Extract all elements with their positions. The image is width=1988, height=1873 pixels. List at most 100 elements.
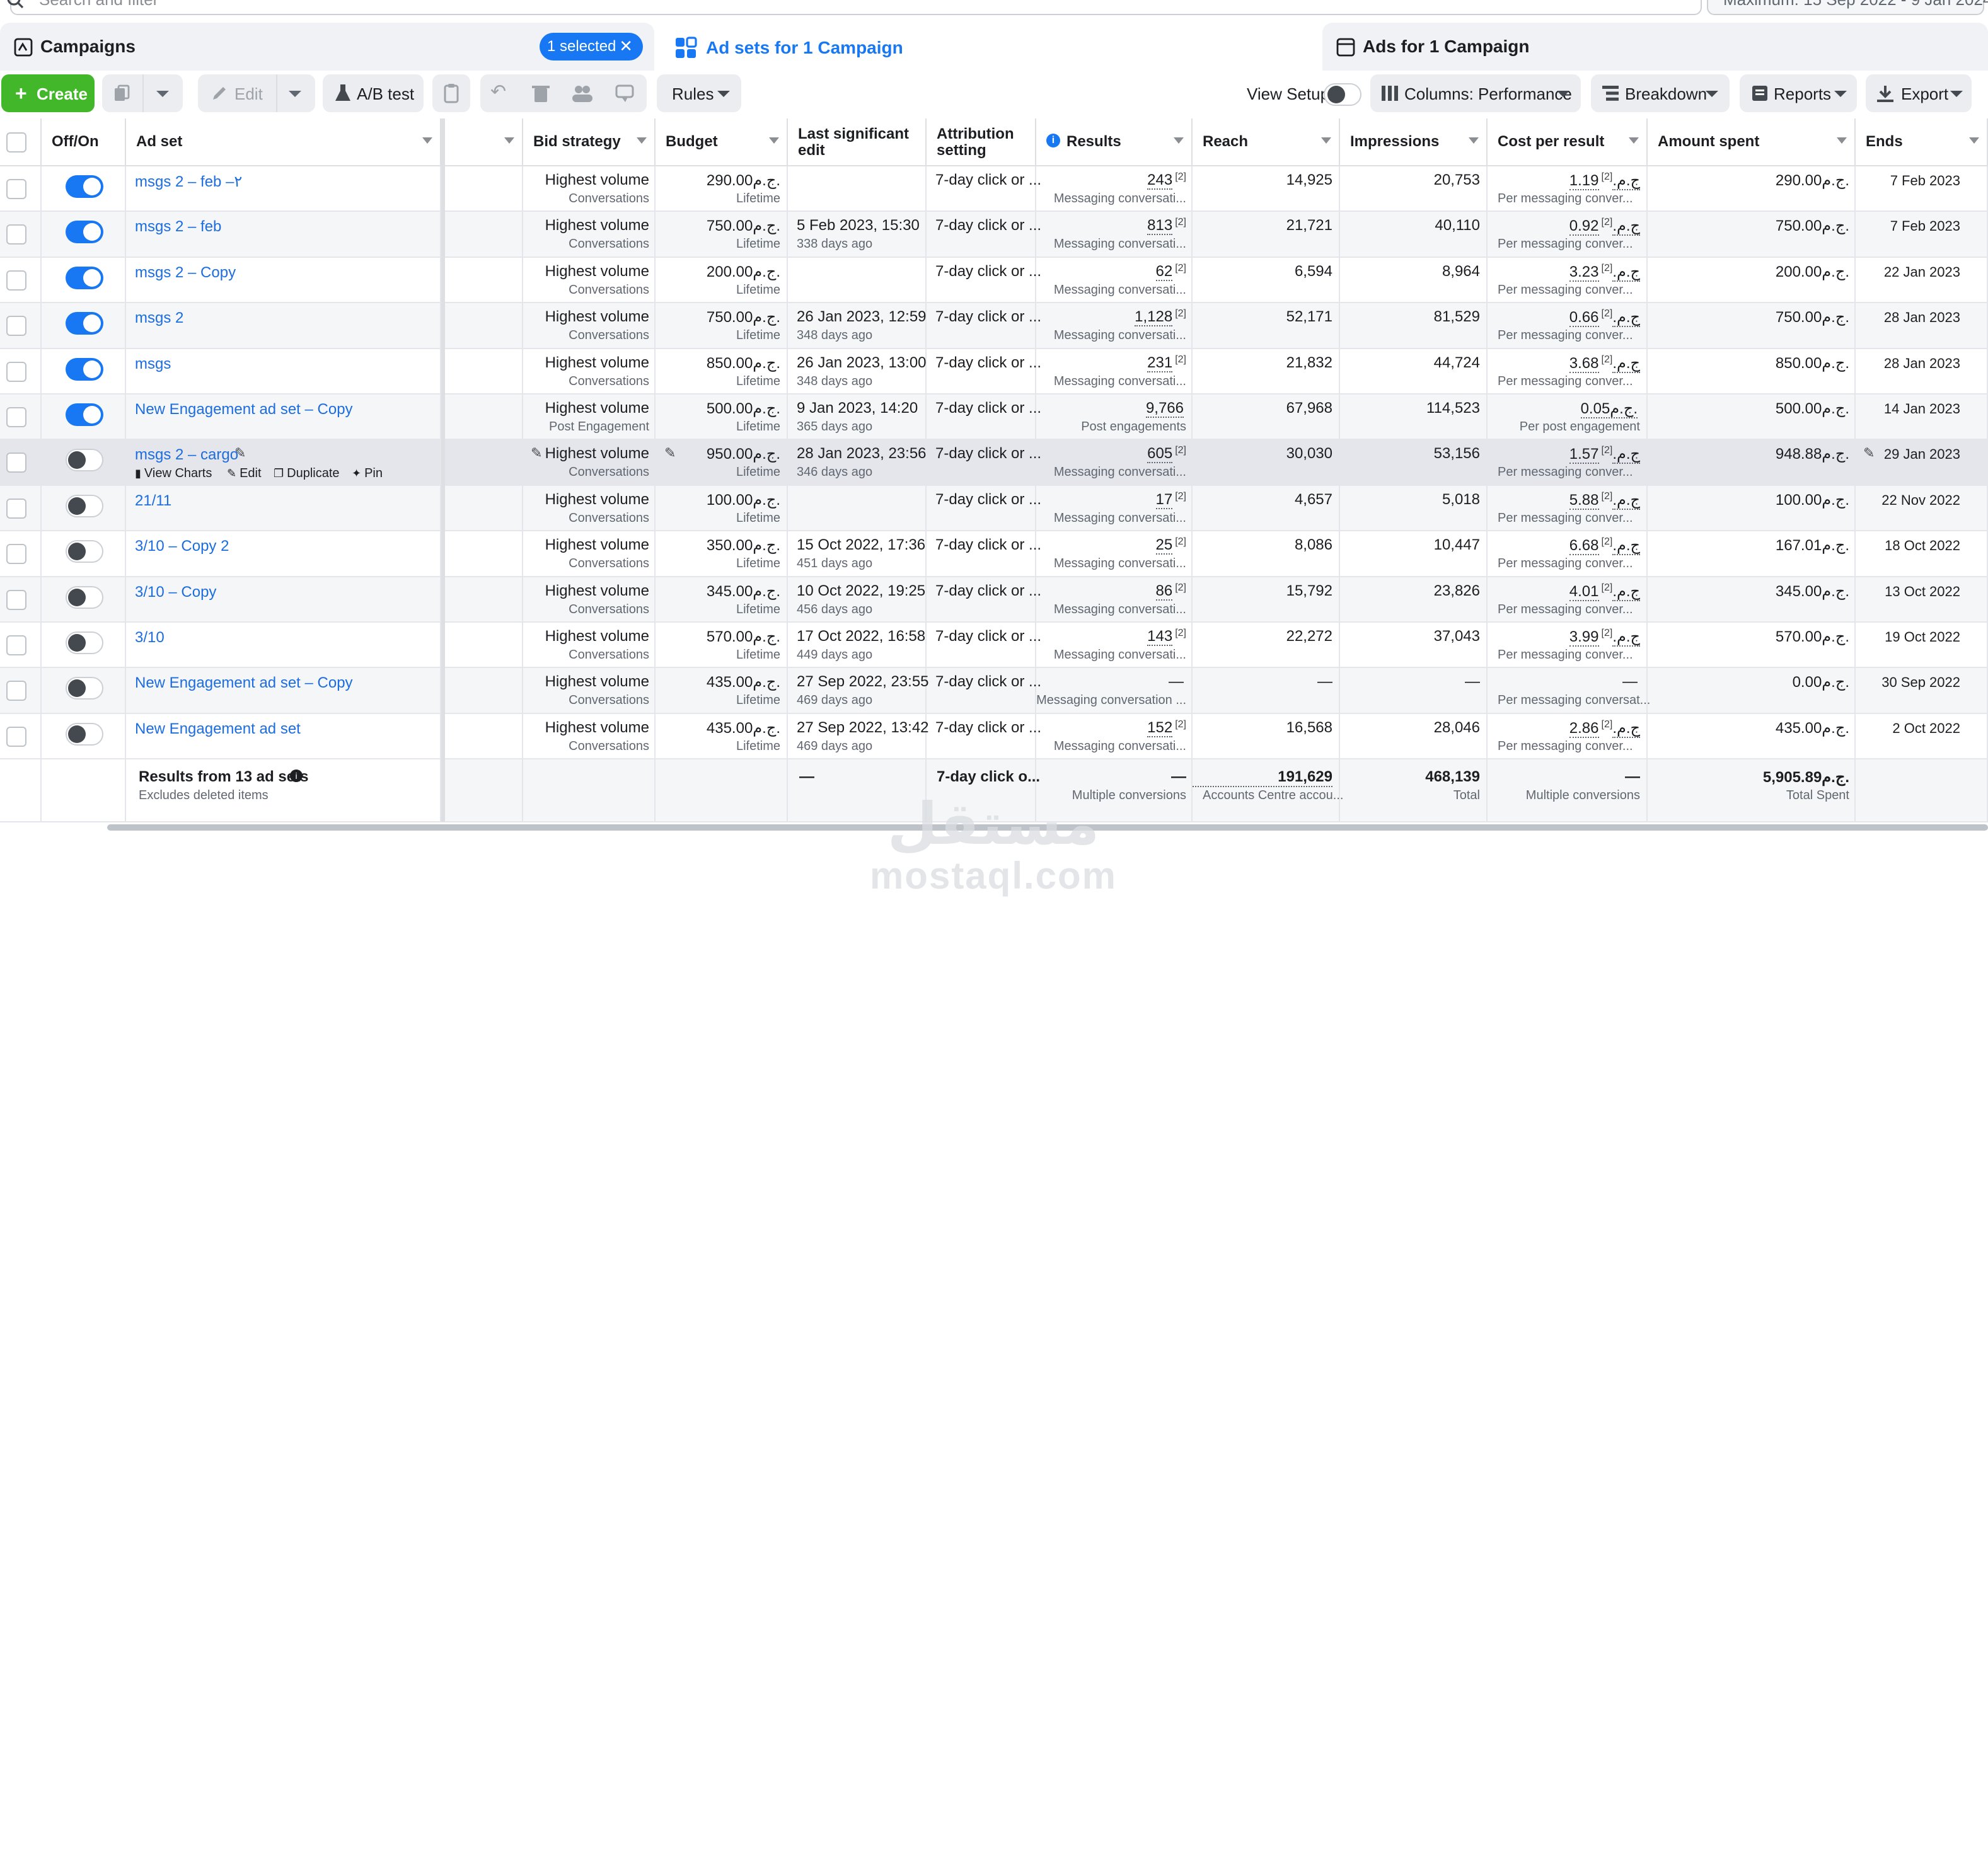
view-setup-toggle[interactable] [1324,83,1361,106]
status-toggle[interactable] [66,357,103,381]
header-hidden[interactable] [445,118,523,166]
sort-icon[interactable] [1174,137,1184,144]
clipboard-button[interactable] [432,74,470,112]
table-row[interactable]: msgs 2 – feb –٢ Highest volume Conversatio… [0,166,1988,212]
rules-button[interactable]: Rules [657,74,741,112]
status-toggle[interactable] [66,540,103,563]
tag-icon[interactable] [615,83,635,103]
pin-link[interactable]: ✦ Pin [352,466,383,481]
header-budget[interactable]: Budget [656,118,788,166]
status-toggle[interactable] [66,175,103,198]
header-spent[interactable]: Amount spent [1648,118,1856,166]
export-button[interactable]: Export [1866,74,1972,112]
header-results[interactable]: i Results [1036,118,1193,166]
view-charts-link[interactable]: ▮ View Charts [135,466,212,481]
status-toggle[interactable] [66,631,103,654]
rename-pencil-icon[interactable]: ✎ [234,445,246,461]
table-row[interactable]: New Engagement ad set – Copy Highest volu… [0,395,1988,441]
table-row[interactable]: 3/10 Highest volume Conversations 570.00ج.م… [0,623,1988,669]
header-lastedit[interactable]: Last significant edit [788,118,927,166]
header-offon[interactable]: Off/On [42,118,126,166]
selected-badge[interactable]: 1 selected ✕ [540,33,643,61]
columns-button[interactable]: Columns: Performance [1370,74,1581,112]
status-toggle[interactable] [66,494,103,517]
row-checkbox[interactable] [6,544,26,565]
sort-icon[interactable] [1629,137,1639,144]
status-toggle[interactable] [66,403,103,426]
results-number[interactable]: 9,766 [1145,400,1184,418]
table-row[interactable]: New Engagement ad set Highest volume Conve… [0,713,1988,760]
table-row[interactable]: msgs 2 – Copy Highest volume Conversations… [0,257,1988,304]
ad-set-name-link[interactable]: msgs 2 – feb –٢ [135,173,242,191]
results-number[interactable]: 152 [1147,718,1173,737]
sort-icon[interactable] [637,137,647,144]
row-checkbox[interactable] [6,498,26,519]
status-toggle[interactable] [66,312,103,335]
status-toggle[interactable] [66,722,103,746]
sort-icon[interactable] [1837,137,1847,144]
header-attribution[interactable]: Attribution setting [927,118,1036,166]
table-row[interactable]: 21/11 Highest volume Conversations 100.00ج.… [0,485,1988,532]
results-number[interactable]: 17 [1155,490,1173,509]
sort-icon[interactable] [422,137,432,144]
row-checkbox[interactable] [6,407,26,427]
ad-set-name-link[interactable]: msgs 2 – Copy [135,264,236,282]
sort-icon[interactable] [1969,137,1979,144]
duplicate-button[interactable] [102,74,183,112]
row-checkbox[interactable] [6,589,26,610]
results-number[interactable]: 1,128 [1135,308,1173,327]
ad-set-name-link[interactable]: msgs 2 – cargo [135,446,238,464]
header-cpr[interactable]: Cost per result [1488,118,1648,166]
edit-button[interactable]: Edit [198,74,315,112]
create-button[interactable]: + Create [1,74,95,112]
status-toggle[interactable] [66,266,103,289]
sort-icon[interactable] [1321,137,1331,144]
row-checkbox[interactable] [6,681,26,701]
chevron-down-icon[interactable] [289,91,301,97]
results-number[interactable]: 62 [1155,262,1173,281]
people-icon[interactable] [572,84,592,102]
results-number[interactable]: 243 [1147,171,1173,190]
date-range-picker[interactable]: Maximum: 15 Sep 2022 - 9 Jan 2024 [1707,0,1988,15]
chevron-down-icon[interactable] [156,91,169,97]
status-toggle[interactable] [66,677,103,700]
ad-set-name-link[interactable]: 21/11 [135,492,171,510]
ad-set-name-link[interactable]: New Engagement ad set – Copy [135,674,353,692]
sort-icon[interactable] [1469,137,1479,144]
table-row[interactable]: msgs 2 – cargo ✎ ▮ View Charts ✎ Edit ❐ Dupl… [0,440,1988,486]
table-row[interactable]: msgs 2 – feb Highest volume Conversations 7… [0,212,1988,258]
search-field[interactable]: Search and filter [7,0,1702,15]
cpr-number[interactable]: 0.05ج.م. [1580,400,1638,418]
ab-test-button[interactable]: A/B test [323,74,424,112]
tab-campaigns[interactable]: Campaigns 1 selected ✕ [0,23,654,71]
duplicate-link[interactable]: ❐ Duplicate [274,466,340,481]
tab-ad-sets[interactable]: Ad sets for 1 Campaign [662,23,1315,71]
table-row[interactable]: New Engagement ad set – Copy Highest volu… [0,668,1988,714]
results-number[interactable]: 25 [1155,536,1173,555]
clear-selection-icon[interactable]: ✕ [619,37,633,56]
undo-icon[interactable]: ↶ [490,81,506,103]
status-toggle[interactable] [66,221,103,244]
row-checkbox[interactable] [6,361,26,382]
row-checkbox[interactable] [6,179,26,199]
results-number[interactable]: 605 [1147,445,1173,464]
ad-set-name-link[interactable]: msgs 2 [135,309,183,327]
row-checkbox[interactable] [6,316,26,337]
header-ends[interactable]: Ends [1856,118,1988,166]
header-bid[interactable]: Bid strategy [523,118,656,166]
sort-icon[interactable] [504,137,514,144]
table-row[interactable]: msgs Highest volume Conversations 850.00ج.م… [0,349,1988,395]
sort-icon[interactable] [769,137,779,144]
status-toggle[interactable] [66,585,103,609]
results-number[interactable]: — [1169,673,1184,690]
table-row[interactable]: 3/10 – Copy 2 Highest volume Conversations… [0,531,1988,577]
row-checkbox[interactable] [6,224,26,245]
ad-set-name-link[interactable]: 3/10 – Copy 2 [135,538,229,555]
ad-set-name-link[interactable]: msgs [135,355,171,373]
ad-set-name-link[interactable]: New Engagement ad set [135,720,301,738]
results-number[interactable]: 86 [1155,582,1173,601]
edit-link[interactable]: ✎ Edit [227,466,262,481]
row-checkbox[interactable] [6,270,26,291]
table-row[interactable]: msgs 2 Highest volume Conversations 750.00ج… [0,303,1988,349]
status-toggle[interactable] [66,449,103,472]
